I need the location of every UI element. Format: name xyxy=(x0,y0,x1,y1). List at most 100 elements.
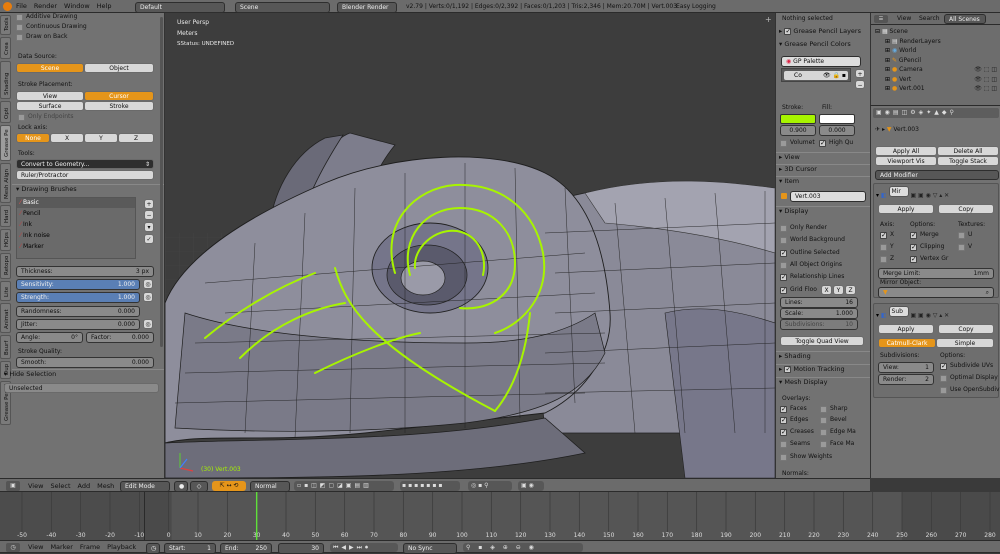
vertex-groups-checkbox[interactable] xyxy=(910,255,917,263)
sharp-checkbox[interactable] xyxy=(820,406,827,413)
layer-buttons[interactable]: ▪▪▪▪▪▪▪ xyxy=(400,481,460,491)
tab-bsurf[interactable]: Bsurf xyxy=(0,335,11,359)
scene-button[interactable]: Scene xyxy=(16,63,84,73)
view-levels-field[interactable]: View: 1 xyxy=(878,362,934,373)
lock-y-button[interactable]: Y xyxy=(84,133,118,143)
opensubdiv-checkbox[interactable] xyxy=(940,387,947,394)
object-button[interactable]: Object xyxy=(84,63,154,73)
convert-geometry-button[interactable]: Convert to Geometry... ⇕ xyxy=(16,159,154,169)
bevel-checkbox[interactable] xyxy=(820,417,827,424)
display-header[interactable]: ▾ Display xyxy=(779,207,808,216)
scale-field[interactable]: Scale: 1.000 xyxy=(780,308,858,319)
drawback-checkbox[interactable] xyxy=(16,34,23,41)
outliner-item-world[interactable]: ⊞ ◉ World xyxy=(871,46,1000,56)
mode-select[interactable]: Edit Mode xyxy=(120,481,170,492)
delete-all-button[interactable]: Delete All xyxy=(937,146,999,156)
layout-select[interactable]: Default xyxy=(135,2,225,13)
mirror-object-field[interactable]: ▼ ⌕ xyxy=(878,287,994,298)
brushes-header[interactable]: ▾ Drawing Brushes xyxy=(16,185,77,194)
timeline[interactable]: -50-40-30-20-100102030405060708090100110… xyxy=(0,492,1000,540)
menu-select[interactable]: Select xyxy=(50,480,70,492)
brush-item-ink[interactable]: ⁄ Ink xyxy=(17,219,135,230)
pivot-select[interactable]: ◇ xyxy=(190,481,208,492)
properties-tabs[interactable]: ▣◉▤◫⚙◈✦▲◆⚲ xyxy=(873,108,999,118)
color-add-button[interactable]: + xyxy=(855,69,865,78)
timeline-ruler[interactable]: -50-40-30-20-100102030405060708090100110… xyxy=(0,492,1000,540)
shading-select[interactable]: ● xyxy=(174,481,188,492)
menu-view[interactable]: View xyxy=(28,480,43,492)
tl-menu-view[interactable]: View xyxy=(28,541,43,553)
select-mode-icons[interactable]: ▫▪◫◩▢◪▣▤▥ xyxy=(294,481,394,491)
outliner-item-vert[interactable]: ⊞ ● Vert 👁 ⬚ ◫ xyxy=(871,75,1000,85)
shading-header[interactable]: ▸ Shading xyxy=(779,352,811,361)
only-render-checkbox[interactable] xyxy=(780,225,787,232)
view-button[interactable]: View xyxy=(16,91,84,101)
tab-animat[interactable]: Animat xyxy=(0,303,11,333)
blender-logo-icon[interactable] xyxy=(3,2,12,11)
render-levels-field[interactable]: Render: 2 xyxy=(878,374,934,385)
outliner-item-scene[interactable]: ⊟ ▦ Scene xyxy=(871,27,1000,37)
toggle-stack-button[interactable]: Toggle Stack xyxy=(937,156,999,166)
tab-mesh-align[interactable]: Mesh Align xyxy=(0,163,11,203)
mirror-apply-button[interactable]: Apply xyxy=(878,204,934,214)
sensitivity-pressure-icon[interactable]: ◎ xyxy=(143,279,153,289)
ruler-button[interactable]: Ruler/Protractor xyxy=(16,170,154,180)
factor-field[interactable]: Factor: 0.000 xyxy=(86,332,154,343)
face-ma-checkbox[interactable] xyxy=(820,441,827,448)
grid-z-button[interactable]: Z xyxy=(845,285,856,295)
grid-floor-checkbox[interactable] xyxy=(780,286,787,294)
end-frame-field[interactable]: End: 250 xyxy=(220,543,272,554)
optimal-display-checkbox[interactable] xyxy=(940,375,947,382)
render-engine-select[interactable]: Blender Render xyxy=(337,2,397,13)
brush-item-basic[interactable]: ⁄ Basic xyxy=(17,198,135,208)
tab-hard[interactable]: Hard xyxy=(0,205,11,227)
subsurf-copy-button[interactable]: Copy xyxy=(938,324,994,334)
add-modifier-select[interactable]: Add Modifier xyxy=(875,170,999,180)
strength-pressure-icon[interactable]: ◎ xyxy=(143,292,153,302)
orientation-select[interactable]: Normal xyxy=(250,481,290,492)
lines-field[interactable]: Lines: 16 xyxy=(780,297,858,308)
outline-checkbox[interactable] xyxy=(780,249,787,257)
tab-grease-pencil[interactable]: Grease Pe xyxy=(0,125,11,161)
stroke-color-swatch[interactable] xyxy=(780,114,816,124)
3d-viewport[interactable]: User Persp Meters SStatus: UNDEFINED (30… xyxy=(165,13,775,478)
preview-range-icon[interactable]: ◷ xyxy=(146,543,160,554)
rel-lines-checkbox[interactable] xyxy=(780,273,787,281)
axis-x-checkbox[interactable] xyxy=(880,231,887,239)
mesh-display-header[interactable]: ▾ Mesh Display xyxy=(779,378,827,387)
menu-file[interactable]: File xyxy=(16,0,27,12)
menu-help[interactable]: Help xyxy=(97,0,112,12)
cursor3d-header[interactable]: ▸ 3D Cursor xyxy=(779,165,817,174)
menu-window[interactable]: Window xyxy=(64,0,90,12)
creases-checkbox[interactable] xyxy=(780,428,787,436)
lock-z-button[interactable]: Z xyxy=(118,133,154,143)
world-bg-checkbox[interactable] xyxy=(780,237,787,244)
tab-options[interactable]: Opti xyxy=(0,101,11,123)
faces-checkbox[interactable] xyxy=(780,405,787,413)
tab-hops[interactable]: HOps xyxy=(0,229,11,251)
tab-lite[interactable]: Lite xyxy=(0,281,11,301)
tab-shading[interactable]: Shading xyxy=(0,61,11,99)
gp-colors-header[interactable]: ▾ Grease Pencil Colors xyxy=(779,40,851,49)
scene-select[interactable]: Scene xyxy=(235,2,330,13)
outliner-item-camera[interactable]: ⊞ ● Camera 👁 ⬚ ◫ xyxy=(871,65,1000,75)
merge-checkbox[interactable] xyxy=(910,231,917,239)
tab-tools[interactable]: Tools xyxy=(0,15,11,35)
current-frame-field[interactable]: 30 xyxy=(278,543,324,554)
tool-shelf-scrollbar[interactable] xyxy=(160,17,163,347)
brush-item-marker[interactable]: ⁄ Marker xyxy=(17,241,135,252)
outliner-item-renderlayers[interactable]: ⊞ ▤ RenderLayers xyxy=(871,37,1000,47)
tex-v-checkbox[interactable] xyxy=(958,244,965,251)
editor-type-icon[interactable]: ▣ xyxy=(6,481,20,491)
brush-item-ink-noise[interactable]: ⁄ Ink noise xyxy=(17,230,135,241)
show-weights-checkbox[interactable] xyxy=(780,454,787,461)
viewport-vis-button[interactable]: Viewport Vis xyxy=(875,156,937,166)
sensitivity-slider[interactable]: Sensitivity: 1.000 xyxy=(16,279,140,290)
color-item[interactable]: Co 👁 🔒 ▪ xyxy=(784,71,848,80)
manipulator-icons[interactable]: ⇱ ↔ ⟲ xyxy=(212,481,246,491)
surface-button[interactable]: Surface xyxy=(16,101,84,111)
render-icons[interactable]: ▣ ◉ xyxy=(518,481,544,491)
subsurf-apply-button[interactable]: Apply xyxy=(878,324,934,334)
outliner-display-select[interactable]: All Scenes xyxy=(944,14,986,24)
view-header[interactable]: ▸ View xyxy=(779,153,800,162)
